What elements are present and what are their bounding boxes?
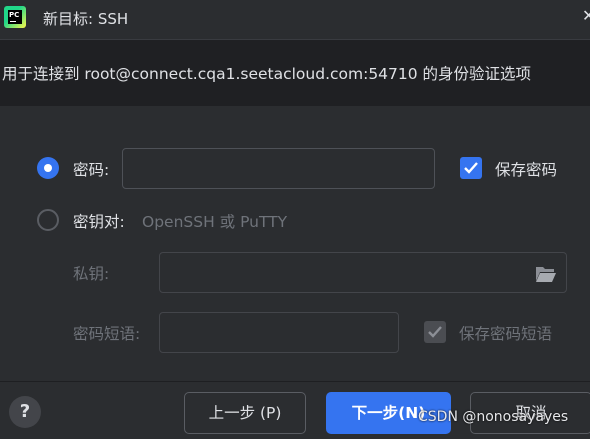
checkmark-icon [428, 326, 442, 338]
keypair-radio[interactable] [37, 209, 59, 231]
watermark-text: CSDN @nonosayayes [418, 409, 569, 425]
password-field[interactable] [122, 148, 435, 189]
save-passphrase-checkbox[interactable] [424, 321, 446, 343]
private-key-label: 私钥: [73, 265, 110, 283]
passphrase-label: 密码短语: [73, 325, 141, 343]
password-radio[interactable] [37, 157, 59, 179]
logo-text: PC [9, 11, 20, 19]
pycharm-logo-icon: PC [4, 6, 26, 28]
keypair-hint: OpenSSH 或 PuTTY [142, 213, 288, 231]
footer-divider [0, 381, 590, 382]
back-button[interactable]: 上一步 (P) [184, 392, 306, 434]
password-label: 密码: [73, 161, 110, 179]
window-title: 新目标: SSH [43, 10, 129, 28]
private-key-field[interactable] [159, 252, 567, 293]
save-password-checkbox[interactable] [460, 157, 482, 179]
title-bar: PC 新目标: SSH ✕ [0, 0, 590, 38]
keypair-label: 密钥对: [73, 213, 125, 231]
checkmark-icon [464, 162, 478, 174]
folder-open-icon[interactable] [535, 265, 557, 283]
auth-description: 用于连接到 root@connect.cqa1.seetacloud.com:5… [2, 65, 532, 83]
header-band: 用于连接到 root@connect.cqa1.seetacloud.com:5… [0, 39, 590, 106]
save-passphrase-label: 保存密码短语 [459, 325, 553, 343]
help-button[interactable]: ? [9, 396, 41, 428]
close-icon[interactable]: ✕ [582, 6, 590, 25]
passphrase-field[interactable] [159, 312, 399, 353]
save-password-label: 保存密码 [495, 161, 558, 179]
